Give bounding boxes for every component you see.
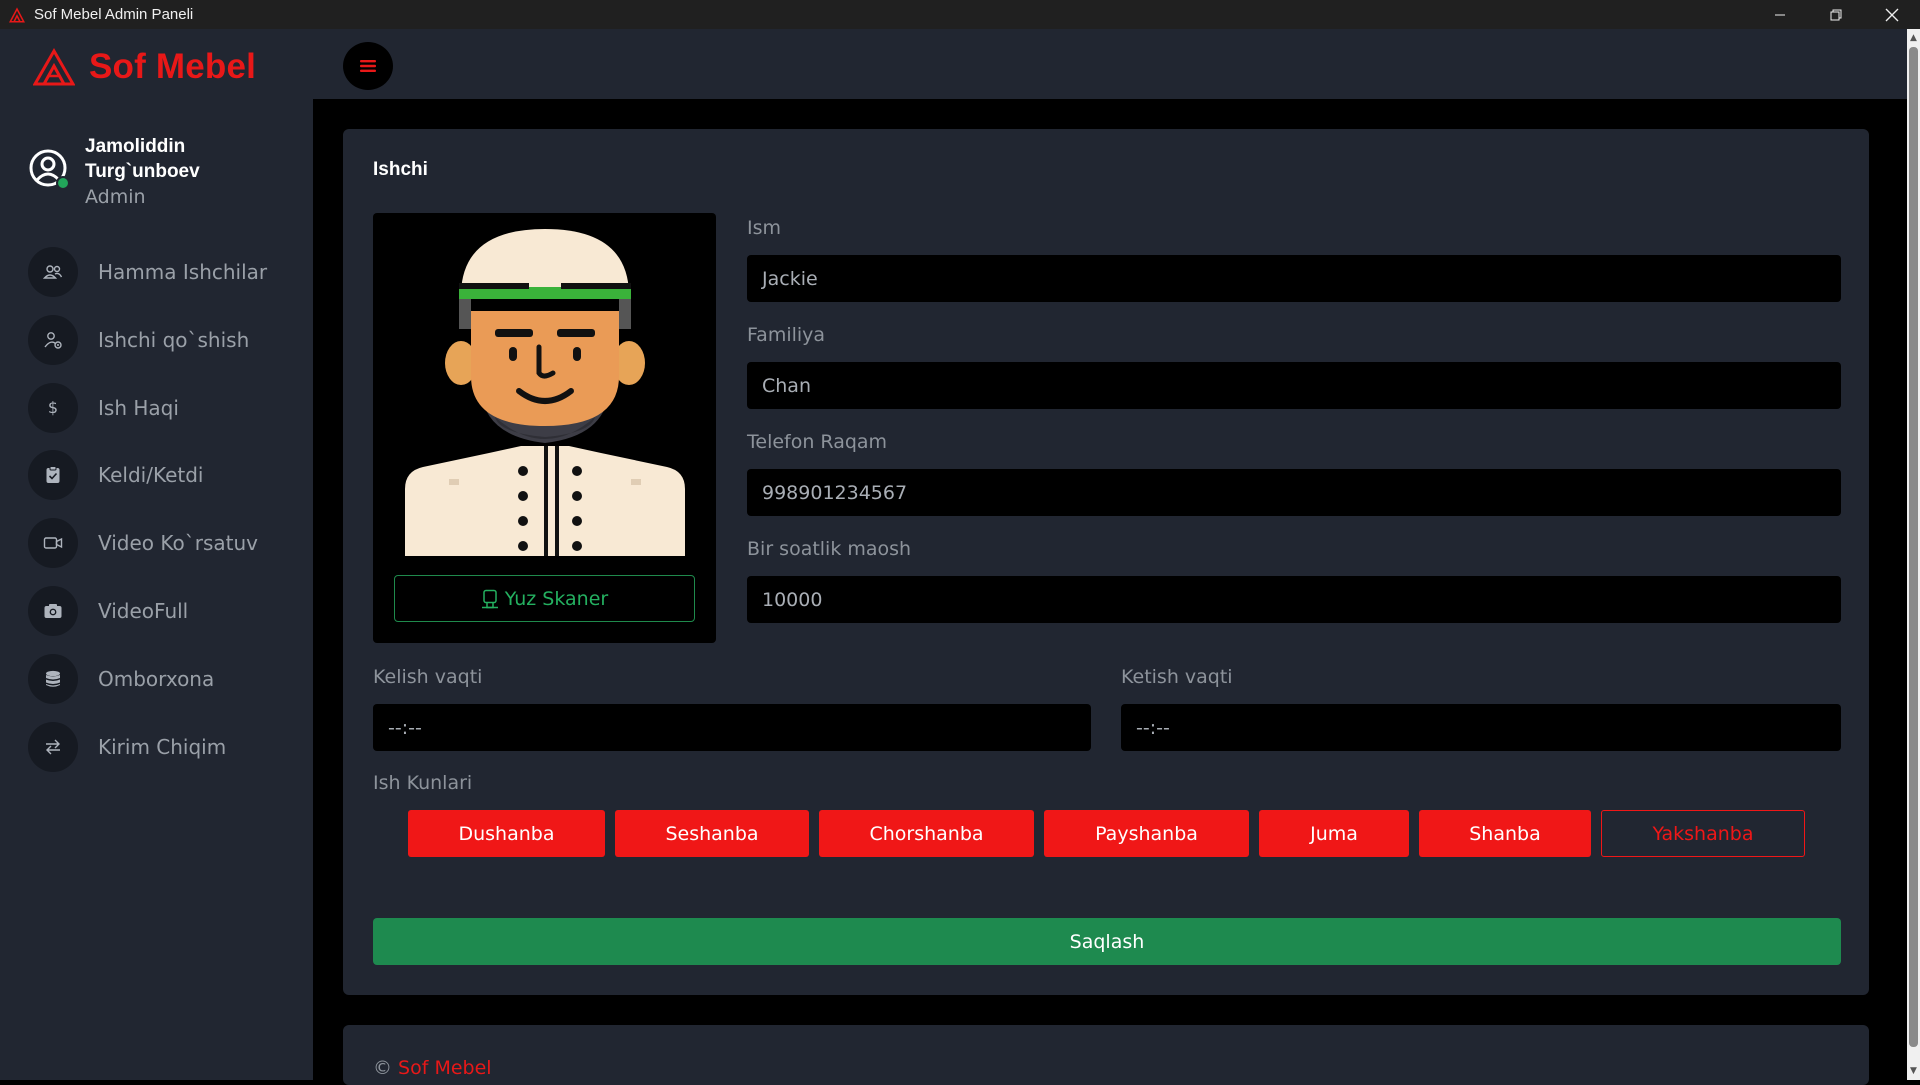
sidebar-item-ishchi-qoshish[interactable]: Ishchi qo`shish [28, 314, 267, 365]
copyright-symbol: © [373, 1057, 392, 1079]
footer-brand-link[interactable]: Sof Mebel [398, 1057, 492, 1079]
day-toggle-yakshanba[interactable]: Yakshanba [1601, 810, 1805, 857]
footer: © Sof Mebel [343, 1025, 1869, 1085]
scroll-down-arrow-icon[interactable]: ▼ [1907, 1064, 1920, 1078]
scanner-icon [481, 589, 498, 608]
maximize-button[interactable] [1808, 0, 1864, 29]
sidebar-item-label: Kirim Chiqim [98, 734, 227, 759]
clipboard-icon [46, 466, 60, 484]
workdays-label: Ish Kunlari [373, 772, 473, 794]
departure-time-input[interactable]: --:-- [1121, 704, 1841, 751]
day-toggle-seshanba[interactable]: Seshanba [615, 810, 809, 857]
sidebar-item-label: Video Ko`rsatuv [98, 531, 258, 556]
page-title: Ishchi [373, 159, 428, 180]
sidebar-item-label: Omborxona [98, 666, 215, 691]
sidebar-item-label: Ishchi qo`shish [98, 327, 250, 352]
arrival-time-label: Kelish vaqti [373, 666, 483, 688]
copyright: © Sof Mebel [373, 1057, 492, 1079]
day-toggle-payshanba[interactable]: Payshanba [1044, 810, 1249, 857]
database-icon [46, 670, 60, 687]
brand-logo-icon [33, 48, 75, 86]
restore-icon [1830, 9, 1842, 20]
save-button[interactable]: Saqlash [373, 918, 1841, 965]
last-name-input[interactable]: Chan [747, 362, 1841, 409]
brand[interactable]: Sof Mebel [33, 47, 256, 87]
worker-photo-panel: Yuz Skaner [373, 213, 716, 643]
first-name-label: Ism [747, 217, 782, 239]
camera-icon [44, 603, 62, 618]
day-toggle-dushanba[interactable]: Dushanba [408, 810, 605, 857]
scrollbar-thumb[interactable] [1909, 47, 1918, 1047]
minimize-icon [1775, 14, 1785, 15]
brand-name: Sof Mebel [89, 47, 257, 86]
face-scan-button[interactable]: Yuz Skaner [394, 575, 695, 622]
close-button[interactable] [1864, 0, 1920, 29]
last-name-label: Familiya [747, 324, 826, 346]
scroll-up-arrow-icon[interactable]: ▲ [1907, 31, 1920, 45]
hourly-wage-label: Bir soatlik maosh [747, 538, 912, 560]
user-profile: Jamoliddin Turg`unboev Admin [28, 134, 225, 208]
day-toggle-chorshanba[interactable]: Chorshanba [819, 810, 1034, 857]
hourly-wage-input[interactable]: 10000 [747, 576, 1841, 623]
sidebar-nav: Hamma Ishchilar Ishchi qo`shish $ Ish Ha… [28, 247, 267, 789]
worker-form-card: Ishchi Yuz Skaner Ism Jackie Familiya Ch… [343, 129, 1869, 995]
window-titlebar: Sof Mebel Admin Paneli [0, 0, 1920, 29]
menu-toggle-button[interactable] [343, 42, 393, 90]
day-toggle-shanba[interactable]: Shanba [1419, 810, 1591, 857]
sidebar-item-label: Hamma Ishchilar [98, 260, 268, 284]
sidebar-item-label: VideoFull [98, 598, 189, 623]
workdays-group: Dushanba Seshanba Chorshanba Payshanba J… [408, 810, 1815, 857]
dollar-icon: $ [48, 398, 58, 417]
sidebar-item-ish-haqi[interactable]: $ Ish Haqi [28, 382, 267, 433]
user-name: Jamoliddin Turg`unboev [85, 136, 200, 182]
sidebar-item-video-korsatuv[interactable]: Video Ko`rsatuv [28, 518, 267, 569]
transfer-arrows-icon [46, 739, 60, 755]
face-scan-label: Yuz Skaner [504, 587, 609, 610]
video-camera-icon [43, 537, 63, 549]
sidebar-item-kirim-chiqim[interactable]: Kirim Chiqim [28, 721, 267, 772]
departure-time-label: Ketish vaqti [1121, 666, 1233, 688]
minimize-button[interactable] [1752, 0, 1808, 29]
sidebar-item-omborxona[interactable]: Omborxona [28, 653, 267, 704]
user-role: Admin [85, 186, 146, 208]
arrival-time-input[interactable]: --:-- [373, 704, 1091, 751]
sidebar-item-label: Keldi/Ketdi [98, 463, 204, 488]
users-icon [43, 265, 63, 279]
phone-label: Telefon Raqam [747, 431, 888, 453]
app-logo-icon [9, 6, 25, 22]
close-icon [1885, 8, 1899, 21]
user-add-icon [44, 331, 62, 349]
vertical-scrollbar[interactable]: ▲ ▼ [1907, 29, 1920, 1080]
sidebar-item-label: Ish Haqi [98, 395, 179, 420]
sidebar-item-keldi-ketdi[interactable]: Keldi/Ketdi [28, 450, 267, 501]
svg-text:$: $ [48, 398, 58, 417]
sidebar-item-hamma-ishchilar[interactable]: Hamma Ishchilar [28, 247, 267, 297]
top-header [313, 29, 1907, 99]
hamburger-icon [360, 60, 376, 72]
worker-avatar-image [405, 229, 685, 556]
online-status-dot [56, 176, 70, 190]
phone-input[interactable]: 998901234567 [747, 469, 1841, 516]
avatar[interactable] [28, 148, 70, 190]
day-toggle-juma[interactable]: Juma [1259, 810, 1409, 857]
first-name-input[interactable]: Jackie [747, 255, 1841, 302]
sidebar-item-videofull[interactable]: VideoFull [28, 585, 267, 636]
sidebar: Sof Mebel Jamoliddin Turg`unboev Admin H… [0, 29, 313, 1080]
window-title: Sof Mebel Admin Paneli [34, 6, 194, 23]
